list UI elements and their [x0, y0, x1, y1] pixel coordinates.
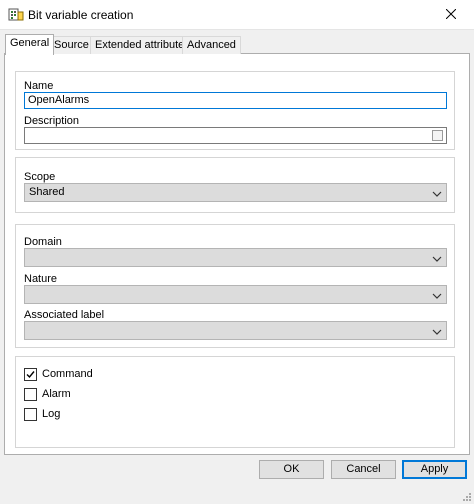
name-label: Name [24, 80, 54, 92]
associated-label-label: Associated label [24, 309, 105, 321]
nature-label: Nature [24, 273, 58, 285]
scope-selected-value: Shared [29, 186, 65, 198]
chevron-down-icon [432, 254, 442, 262]
log-label: Log [42, 408, 61, 420]
scope-label: Scope [24, 171, 56, 183]
checkmark-icon [26, 370, 35, 378]
command-checkbox[interactable] [24, 367, 37, 381]
apply-button[interactable]: Apply [402, 460, 467, 479]
description-field[interactable] [24, 127, 447, 144]
description-label: Description [24, 115, 80, 127]
chevron-down-icon [432, 327, 442, 335]
chevron-down-icon [432, 189, 442, 197]
name-field[interactable]: OpenAlarms [24, 92, 447, 109]
alarm-option[interactable]: Alarm [24, 387, 71, 401]
tab-source[interactable]: Source [49, 36, 94, 54]
bit-variable-app-icon [8, 7, 24, 23]
resize-grip-icon[interactable] [462, 492, 472, 502]
window-title: Bit variable creation [28, 8, 134, 22]
domain-select[interactable] [24, 248, 447, 267]
close-button[interactable] [428, 0, 474, 30]
chevron-down-icon [432, 291, 442, 299]
ok-button[interactable]: OK [259, 460, 324, 479]
alarm-checkbox[interactable] [24, 387, 37, 401]
command-label: Command [42, 368, 93, 380]
tab-advanced[interactable]: Advanced [182, 36, 241, 54]
alarm-label: Alarm [42, 388, 71, 400]
domain-label: Domain [24, 236, 62, 248]
close-icon [445, 8, 457, 22]
log-checkbox[interactable] [24, 407, 37, 421]
cancel-button[interactable]: Cancel [331, 460, 396, 479]
tab-extended-attributes[interactable]: Extended attributes [90, 36, 195, 54]
command-option[interactable]: Command [24, 367, 93, 381]
nature-select[interactable] [24, 285, 447, 304]
title-bar: Bit variable creation [0, 0, 474, 30]
scope-select[interactable]: Shared [24, 183, 447, 202]
expand-text-icon[interactable] [432, 130, 443, 141]
associated-label-select[interactable] [24, 321, 447, 340]
tab-general[interactable]: General [5, 34, 55, 55]
log-option[interactable]: Log [24, 407, 60, 421]
